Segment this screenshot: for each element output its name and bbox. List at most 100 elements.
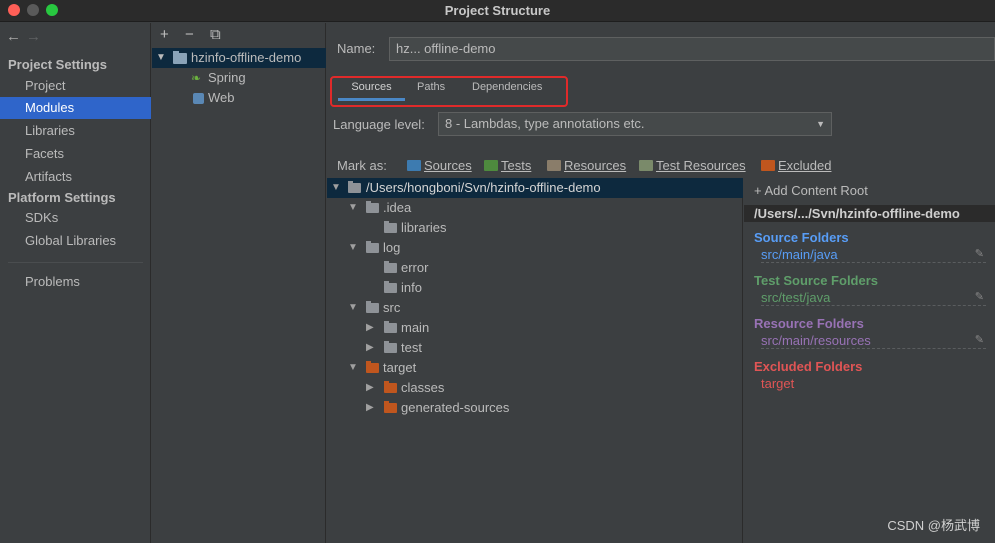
tree-label: .idea: [383, 200, 412, 215]
expand-triangle-icon[interactable]: ▼: [348, 358, 358, 378]
folder-icon: [384, 321, 397, 333]
tree-label: classes: [401, 380, 445, 395]
folder-icon: [384, 261, 397, 273]
sidebar-item-facets[interactable]: Facets: [0, 143, 151, 165]
module-settings-panel: Name: hz... offline-demo Sources Paths D…: [327, 23, 995, 543]
tree-row-info[interactable]: info: [327, 278, 743, 298]
sidebar-item-modules[interactable]: Modules: [0, 97, 151, 119]
tree-row-test[interactable]: ▶ test: [327, 338, 743, 358]
test-source-folders-heading: Test Source Folders: [754, 273, 879, 288]
mark-sources-button[interactable]: Sources: [407, 157, 472, 175]
module-folder-icon: [173, 51, 187, 64]
collapse-triangle-icon[interactable]: ▶: [366, 398, 374, 418]
dropdown-arrow-icon: ▼: [816, 119, 825, 129]
test-folder-path[interactable]: src/test/java ✎: [761, 290, 986, 306]
folder-icon: [366, 301, 379, 313]
edit-pencil-icon[interactable]: ✎: [975, 333, 984, 346]
module-item-hzinfo-offline-demo[interactable]: ▼ hzinfo-offline-demo: [152, 48, 326, 68]
excluded-folder-path[interactable]: target: [761, 376, 986, 391]
sidebar-item-libraries[interactable]: Libraries: [0, 120, 151, 142]
tree-label: src: [383, 300, 401, 315]
tree-row-classes[interactable]: ▶ classes: [327, 378, 743, 398]
remove-module-icon[interactable]: −: [185, 26, 210, 43]
mark-as-label: Mark as:: [337, 158, 387, 173]
back-arrow-icon[interactable]: ←: [6, 28, 26, 45]
sources-folder-icon: [407, 160, 421, 171]
content-root-tree: ▼ /Users/hongboni/Svn/hzinfo-offline-dem…: [327, 178, 743, 543]
source-folder-path[interactable]: src/main/java ✎: [761, 247, 986, 263]
facet-item-web[interactable]: Web: [152, 88, 326, 108]
collapse-triangle-icon[interactable]: ▶: [366, 378, 374, 398]
facet-label: Spring: [208, 70, 246, 85]
content-root-path: /Users/.../Svn/hzinfo-offline-demo: [744, 205, 995, 222]
tree-label: log: [383, 240, 401, 255]
module-label: hzinfo-offline-demo: [191, 50, 302, 65]
add-content-root-button[interactable]: + Add Content Root: [754, 183, 868, 198]
tree-row-idea[interactable]: ▼ .idea: [327, 198, 743, 218]
tree-label: error: [401, 260, 429, 275]
tree-row-src[interactable]: ▼ src: [327, 298, 743, 318]
platform-settings-header: Platform Settings: [8, 190, 116, 205]
excluded-folder-icon: [761, 160, 775, 171]
tab-dependencies[interactable]: Dependencies: [472, 81, 542, 101]
resource-folders-heading: Resource Folders: [754, 316, 864, 331]
tab-sources[interactable]: Sources: [338, 81, 405, 101]
expand-triangle-icon[interactable]: ▼: [331, 178, 341, 198]
expand-triangle-icon[interactable]: ▼: [348, 238, 358, 258]
resources-folder-icon: [547, 160, 561, 171]
watermark-text: CSDN @杨武博: [887, 518, 980, 533]
tab-paths[interactable]: Paths: [417, 81, 445, 101]
excluded-folder-icon: [384, 401, 397, 413]
mark-excluded-button[interactable]: Excluded: [761, 157, 831, 175]
folder-icon: [384, 281, 397, 293]
folder-path-text: target: [761, 376, 795, 391]
collapse-triangle-icon[interactable]: ▶: [366, 338, 374, 358]
tree-row-main[interactable]: ▶ main: [327, 318, 743, 338]
folder-icon: [384, 341, 397, 353]
project-settings-header: Project Settings: [8, 57, 107, 72]
edit-pencil-icon[interactable]: ✎: [975, 247, 984, 260]
folder-path-text: src/main/resources: [761, 333, 871, 348]
folder-path-text: src/test/java: [761, 290, 831, 305]
tree-row-error[interactable]: error: [327, 258, 743, 278]
sidebar-item-project[interactable]: Project: [0, 75, 151, 97]
edit-pencil-icon[interactable]: ✎: [975, 290, 984, 303]
add-module-icon[interactable]: +: [160, 26, 185, 43]
forward-arrow-icon[interactable]: →: [26, 28, 46, 45]
mark-test-resources-button[interactable]: Test Resources: [639, 157, 746, 175]
resource-folder-path[interactable]: src/main/resources ✎: [761, 333, 986, 349]
tree-row-generated-sources[interactable]: ▶ generated-sources: [327, 398, 743, 418]
tree-row-libraries[interactable]: libraries: [327, 218, 743, 238]
collapse-triangle-icon[interactable]: ▶: [366, 318, 374, 338]
expand-triangle-icon[interactable]: ▼: [348, 298, 358, 318]
tree-row-root[interactable]: ▼ /Users/hongboni/Svn/hzinfo-offline-dem…: [327, 178, 743, 198]
mark-tests-button[interactable]: Tests: [484, 157, 531, 175]
expand-triangle-icon[interactable]: ▼: [348, 198, 358, 218]
module-name-field[interactable]: hz... offline-demo: [389, 37, 995, 61]
sidebar-item-artifacts[interactable]: Artifacts: [0, 166, 151, 188]
sidebar-item-problems[interactable]: Problems: [0, 271, 151, 293]
tests-folder-icon: [484, 160, 498, 171]
title-bar: Project Structure: [0, 0, 995, 22]
folder-icon: [366, 241, 379, 253]
folder-icon: [384, 221, 397, 233]
tree-label: info: [401, 280, 422, 295]
excluded-folders-heading: Excluded Folders: [754, 359, 863, 374]
sidebar-item-global-libraries[interactable]: Global Libraries: [0, 230, 151, 252]
tree-label: libraries: [401, 220, 447, 235]
sidebar-item-sdks[interactable]: SDKs: [0, 207, 151, 229]
mark-resources-button[interactable]: Resources: [547, 157, 626, 175]
copy-module-icon[interactable]: ⧉: [210, 26, 235, 43]
tree-label: generated-sources: [401, 400, 510, 415]
content-root-details: + Add Content Root /Users/.../Svn/hzinfo…: [744, 178, 995, 543]
expand-triangle-icon[interactable]: ▼: [156, 48, 166, 68]
tree-row-target[interactable]: ▼ target: [327, 358, 743, 378]
tree-row-log[interactable]: ▼ log: [327, 238, 743, 258]
source-folders-heading: Source Folders: [754, 230, 849, 245]
language-level-select[interactable]: 8 - Lambdas, type annotations etc. ▼: [438, 112, 832, 136]
facet-label: Web: [208, 90, 235, 105]
facet-item-spring[interactable]: ❧ Spring: [152, 68, 326, 88]
language-level-value: 8 - Lambdas, type annotations etc.: [445, 116, 645, 131]
folder-icon: [366, 201, 379, 213]
tree-label: test: [401, 340, 422, 355]
